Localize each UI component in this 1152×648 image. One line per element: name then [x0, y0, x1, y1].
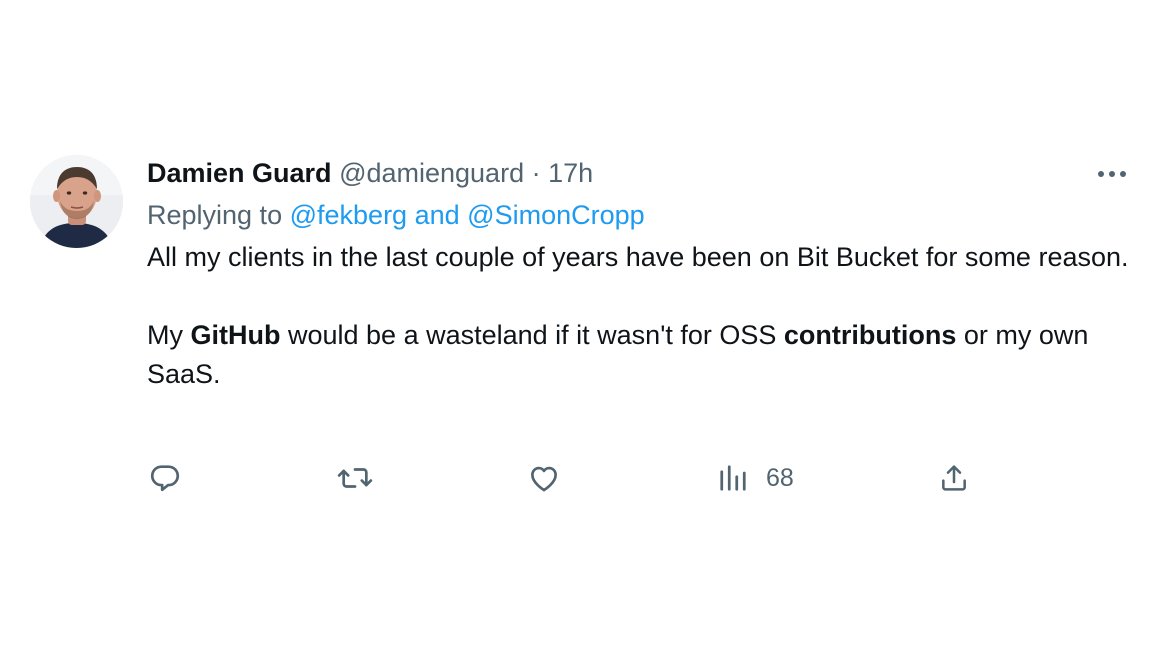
timestamp[interactable]: 17h [548, 158, 593, 188]
heart-icon [531, 466, 557, 492]
tweet-actions: 68 [0, 456, 1152, 500]
more-options-button[interactable] [1092, 160, 1132, 188]
avatar[interactable] [30, 155, 123, 248]
tweet-header: Damien Guard @damienguard · 17h [147, 152, 1132, 194]
views-button[interactable]: 68 [718, 456, 794, 500]
replying-to: Replying to @fekberg and @SimonCropp [147, 194, 1132, 236]
reply-icon [150, 465, 180, 492]
like-button[interactable] [527, 456, 561, 500]
retweet-icon [337, 468, 373, 488]
more-dots-icon [1098, 171, 1126, 177]
author-handle[interactable]: @damienguard [339, 158, 524, 188]
tweet-content: Damien Guard @damienguard · 17h Replying… [147, 152, 1132, 394]
tweet: Damien Guard @damienguard · 17h Replying… [0, 0, 1152, 648]
views-count: 68 [766, 463, 794, 492]
analytics-icon [720, 465, 746, 491]
mention-link-fekberg[interactable]: @fekberg [290, 200, 407, 230]
separator-dot: · [531, 158, 541, 188]
replying-to-label: Replying to [147, 200, 283, 230]
tweet-text-bold-contributions: contributions [783, 320, 957, 350]
tweet-text-segment: would be a wasteland if it wasn't for OS… [280, 320, 784, 350]
retweet-button[interactable] [336, 456, 374, 500]
author-name[interactable]: Damien Guard [147, 158, 332, 188]
share-button[interactable] [938, 456, 970, 500]
avatar-photo [30, 155, 123, 248]
tweet-text: All my clients in the last couple of yea… [147, 238, 1132, 394]
share-icon [942, 465, 966, 491]
replying-to-conjunction: and [414, 200, 460, 230]
tweet-paragraph-1: All my clients in the last couple of yea… [147, 242, 1129, 272]
mention-link-simoncropp[interactable]: @SimonCropp [467, 200, 644, 230]
reply-button[interactable] [148, 456, 182, 500]
tweet-text-segment: My [147, 320, 191, 350]
tweet-paragraph-2: My GitHub would be a wasteland if it was… [147, 316, 1132, 394]
tweet-text-bold-github: GitHub [190, 320, 281, 350]
